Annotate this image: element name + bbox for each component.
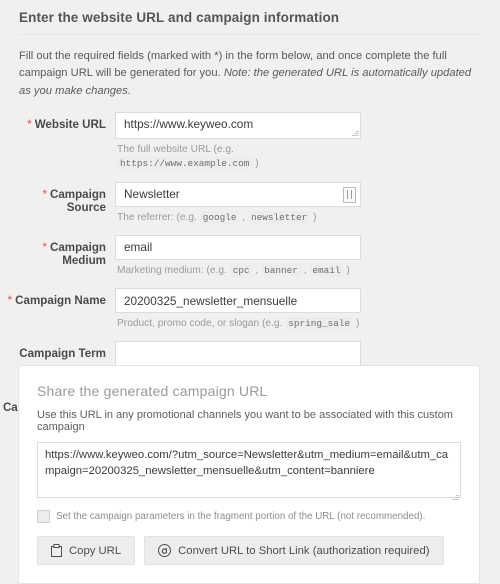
website-url-input[interactable] bbox=[115, 112, 361, 140]
short-link-icon bbox=[158, 544, 172, 557]
field-label: Campaign Term bbox=[0, 341, 115, 360]
convert-short-link-button-label: Convert URL to Short Link (authorization… bbox=[178, 544, 430, 557]
field-hint-example: google bbox=[199, 210, 240, 224]
fragment-checkbox-label: Set the campaign parameters in the fragm… bbox=[56, 511, 426, 522]
field-row: *Campaign SourceThe referrer: (e.g. goog… bbox=[0, 181, 500, 225]
field-label-text: Campaign Source bbox=[49, 187, 106, 214]
field-hint-text: The full website URL (e.g. bbox=[117, 144, 234, 156]
copy-url-button[interactable]: Copy URL bbox=[37, 536, 136, 565]
copy-url-button-label: Copy URL bbox=[69, 544, 122, 557]
input-wrap bbox=[115, 288, 361, 314]
field-hint: The referrer: (e.g. google , newsletter … bbox=[117, 210, 317, 224]
input-wrap bbox=[115, 112, 361, 140]
field-hint-example: newsletter bbox=[247, 210, 311, 224]
share-title: Share the generated campaign URL bbox=[37, 383, 268, 399]
fragment-checkbox[interactable] bbox=[37, 510, 50, 523]
field-hint: Marketing medium: (e.g. cpc , banner , e… bbox=[117, 263, 350, 277]
page-title: Enter the website URL and campaign infor… bbox=[19, 10, 340, 25]
field-row: *Website URLThe full website URL (e.g. h… bbox=[0, 112, 500, 172]
field-label: * Campaign Medium bbox=[0, 235, 115, 267]
field-hint-suffix: ) bbox=[355, 318, 360, 330]
input-wrap bbox=[115, 181, 361, 207]
field-input-cell: The full website URL (e.g. https://www.e… bbox=[115, 112, 361, 172]
field-hint-text: The referrer: (e.g. bbox=[117, 211, 197, 223]
action-button-row: Copy URL Convert URL to Short Link (auth… bbox=[37, 536, 461, 565]
field-spacer bbox=[0, 226, 500, 235]
field-spacer bbox=[0, 173, 500, 182]
campaign-term-input[interactable] bbox=[115, 341, 361, 367]
required-marker: * bbox=[27, 118, 32, 132]
field-hint: Product, promo code, or slogan (e.g. spr… bbox=[115, 313, 361, 331]
field-label: * Campaign Name bbox=[0, 288, 115, 307]
generated-url-wrap bbox=[37, 442, 461, 503]
field-spacer bbox=[0, 332, 500, 341]
intro-text: Fill out the required fields (marked wit… bbox=[0, 35, 500, 100]
required-marker: * bbox=[42, 187, 47, 201]
field-hint-text: Product, promo code, or slogan (e.g. bbox=[117, 318, 283, 330]
field-hint-example: email bbox=[309, 263, 344, 277]
generated-url-textarea[interactable] bbox=[37, 442, 461, 498]
field-label-text: Campaign Name bbox=[15, 294, 106, 308]
field-label-text: Campaign Term bbox=[19, 347, 106, 361]
required-marker: * bbox=[7, 294, 13, 308]
campaign-url-builder-page: Enter the website URL and campaign infor… bbox=[0, 0, 500, 584]
field-label: * Website URL bbox=[0, 112, 115, 131]
fragment-checkbox-row[interactable]: Set the campaign parameters in the fragm… bbox=[37, 510, 461, 523]
datalist-dropdown-icon[interactable] bbox=[343, 186, 356, 203]
field-spacer bbox=[0, 279, 500, 288]
required-marker: * bbox=[42, 240, 47, 254]
field-hint-suffix: ) bbox=[313, 211, 317, 223]
field-hint-example: banner bbox=[261, 263, 301, 277]
field-label: * Campaign Source bbox=[0, 182, 115, 214]
campaign-source-input[interactable] bbox=[115, 181, 361, 207]
field-hint-suffix: ) bbox=[346, 264, 350, 276]
field-row: *Campaign MediumMarketing medium: (e.g. … bbox=[0, 234, 500, 278]
share-subtitle: Use this URL in any promotional channels… bbox=[37, 409, 453, 433]
campaign-medium-input[interactable] bbox=[115, 234, 361, 260]
share-card: Share the generated campaign URL Use thi… bbox=[18, 365, 480, 584]
field-hint-example: cpc bbox=[229, 263, 253, 277]
campaign-name-input[interactable] bbox=[115, 288, 361, 314]
field-hint-example: https://www.example.com bbox=[117, 157, 253, 171]
convert-short-link-button[interactable]: Convert URL to Short Link (authorization… bbox=[144, 536, 444, 565]
field-label-text: Website URL bbox=[34, 118, 106, 132]
field-hint: The full website URL (e.g. https://www.e… bbox=[115, 139, 361, 172]
field-hint-example: spring_sale bbox=[285, 317, 354, 331]
field-hint-text: Marketing medium: (e.g. bbox=[117, 264, 227, 276]
field-input-cell: The referrer: (e.g. google , newsletter … bbox=[115, 181, 361, 225]
field-hint-suffix: ) bbox=[255, 158, 259, 170]
input-wrap bbox=[115, 341, 361, 367]
field-label-text: Campaign Medium bbox=[49, 240, 106, 267]
field-input-cell: Marketing medium: (e.g. cpc , banner , e… bbox=[115, 234, 361, 278]
field-row: *Campaign NameProduct, promo code, or sl… bbox=[0, 288, 500, 331]
field-input-cell: Product, promo code, or slogan (e.g. spr… bbox=[115, 288, 361, 331]
input-wrap bbox=[115, 234, 361, 260]
clipboard-icon bbox=[51, 544, 62, 557]
